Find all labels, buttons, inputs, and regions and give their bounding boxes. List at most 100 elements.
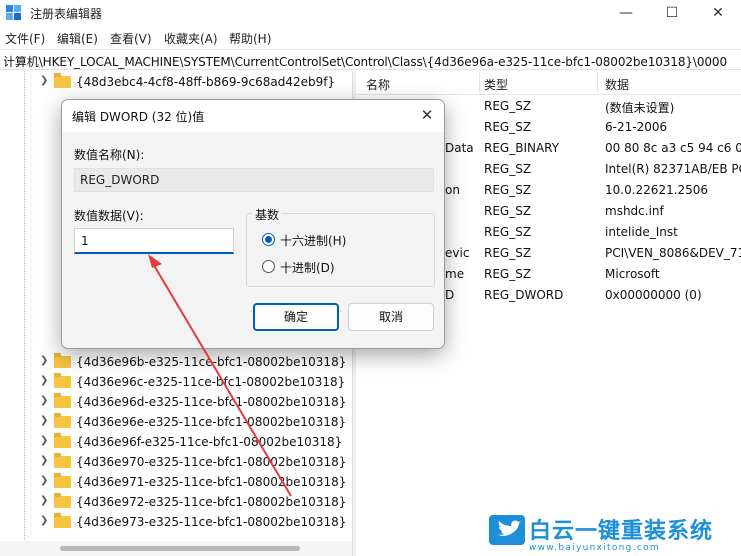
address-bar[interactable]: 计算机\HKEY_LOCAL_MACHINE\SYSTEM\CurrentCon…: [0, 49, 741, 70]
chevron-right-icon[interactable]: ❯: [40, 375, 50, 386]
value-type: REG_SZ: [484, 267, 532, 281]
ok-button[interactable]: 确定: [253, 303, 339, 331]
folder-icon: [54, 373, 71, 388]
title-bar: 注册表编辑器 — ☐ ✕: [0, 0, 741, 26]
dialog-close-icon[interactable]: ✕: [417, 105, 437, 125]
tree-item-label: {4d36e96f-e325-11ce-bfc1-08002be10318}: [76, 435, 343, 449]
tree-item[interactable]: ❯ {4d36e971-e325-11ce-bfc1-08002be10318}: [40, 472, 346, 492]
minimize-button[interactable]: —: [603, 0, 649, 26]
value-data: mshdc.inf: [605, 204, 664, 218]
column-header-type[interactable]: 类型: [484, 76, 508, 93]
menu-file[interactable]: 文件(F): [5, 30, 45, 47]
chevron-right-icon[interactable]: ❯: [40, 355, 50, 366]
column-header-data[interactable]: 数据: [605, 76, 629, 93]
tree-item[interactable]: ❯ {4d36e96e-e325-11ce-bfc1-08002be10318}: [40, 412, 346, 432]
radio-dec-label[interactable]: 十进制(D): [280, 259, 335, 276]
value-name-label: 数值名称(N):: [74, 148, 145, 162]
address-path[interactable]: 计算机\HKEY_LOCAL_MACHINE\SYSTEM\CurrentCon…: [3, 53, 727, 70]
tree-item[interactable]: ❯ {48d3ebc4-4cf8-48ff-b869-9c68ad42eb9f}: [40, 72, 340, 92]
value-data: Microsoft: [605, 267, 660, 281]
close-button[interactable]: ✕: [695, 0, 741, 26]
tree-item-label: {4d36e96d-e325-11ce-bfc1-08002be10318}: [76, 395, 347, 409]
menu-view[interactable]: 查看(V): [110, 30, 152, 47]
value-name: evic: [445, 246, 470, 260]
value-name: me: [445, 267, 465, 281]
watermark-title: 白云一键重装系统: [529, 519, 714, 544]
column-divider[interactable]: [479, 73, 480, 93]
value-type: REG_BINARY: [484, 141, 560, 155]
scrollbar-thumb[interactable]: [60, 546, 300, 551]
folder-icon: [54, 493, 71, 508]
value-type: REG_SZ: [484, 225, 532, 239]
radio-hex[interactable]: 十六进制(H): [262, 231, 412, 249]
folder-icon: [54, 473, 71, 488]
chevron-right-icon[interactable]: ❯: [40, 395, 50, 406]
dialog-title-bar[interactable]: 编辑 DWORD (32 位)值 ✕: [62, 100, 444, 132]
menu-bar: 文件(F) 编辑(E) 查看(V) 收藏夹(A) 帮助(H): [0, 28, 741, 48]
value-name: Data: [445, 141, 474, 155]
menu-edit[interactable]: 编辑(E): [57, 30, 98, 47]
menu-help[interactable]: 帮助(H): [229, 30, 271, 47]
value-data: PCI\VEN_8086&DEV_71: [605, 246, 741, 260]
tree-item[interactable]: ❯ {4d36e96f-e325-11ce-bfc1-08002be10318}: [40, 432, 343, 452]
tree-item[interactable]: ❯ {4d36e973-e325-11ce-bfc1-08002be10318}: [40, 512, 346, 532]
tree-item[interactable]: ❯ {4d36e972-e325-11ce-bfc1-08002be10318}: [40, 492, 346, 512]
chevron-right-icon[interactable]: ❯: [40, 435, 50, 446]
chevron-right-icon[interactable]: ❯: [40, 75, 50, 86]
value-data: 00 80 8c a3 c5 94 c6 01: [605, 141, 741, 155]
value-type: REG_SZ: [484, 246, 532, 260]
value-data: Intel(R) 82371AB/EB PC: [605, 162, 741, 176]
value-data: 0x00000000 (0): [605, 288, 702, 302]
tree-item-label: {4d36e96c-e325-11ce-bfc1-08002be10318}: [76, 375, 346, 389]
tree-item-label: {4d36e972-e325-11ce-bfc1-08002be10318}: [76, 495, 347, 509]
chevron-right-icon[interactable]: ❯: [40, 455, 50, 466]
value-type: REG_SZ: [484, 204, 532, 218]
window-title: 注册表编辑器: [30, 7, 103, 21]
chevron-right-icon[interactable]: ❯: [40, 475, 50, 486]
value-data-input[interactable]: [74, 228, 234, 254]
value-data: (数值未设置): [605, 101, 675, 115]
tree-item-label: {4d36e973-e325-11ce-bfc1-08002be10318}: [76, 515, 347, 529]
value-type: REG_SZ: [484, 162, 532, 176]
value-type: REG_SZ: [484, 120, 532, 134]
tree-item[interactable]: ❯ {4d36e96c-e325-11ce-bfc1-08002be10318}: [40, 372, 345, 392]
radio-dec[interactable]: 十进制(D): [262, 258, 412, 276]
tree-item[interactable]: ❯ {4d36e96b-e325-11ce-bfc1-08002be10318}: [40, 352, 346, 372]
tree-guide-line: [24, 71, 25, 556]
radio-hex-indicator[interactable]: [262, 233, 275, 246]
base-group-label: 基数: [252, 206, 283, 223]
column-header-name[interactable]: 名称: [366, 76, 390, 93]
radio-dec-indicator[interactable]: [262, 260, 275, 273]
tree-item-label: {4d36e971-e325-11ce-bfc1-08002be10318}: [76, 475, 347, 489]
value-name-field: REG_DWORD: [74, 168, 434, 192]
bird-logo-icon: [489, 515, 525, 545]
column-divider[interactable]: [597, 73, 598, 93]
value-data-label: 数值数据(V):: [74, 209, 144, 223]
cancel-button[interactable]: 取消: [348, 303, 434, 331]
maximize-button[interactable]: ☐: [649, 0, 695, 26]
value-data: intelide_Inst: [605, 225, 678, 239]
regedit-app-icon: [6, 5, 21, 20]
chevron-right-icon[interactable]: ❯: [40, 515, 50, 526]
folder-icon: [54, 513, 71, 528]
folder-icon: [54, 433, 71, 448]
menu-favorites[interactable]: 收藏夹(A): [164, 30, 218, 47]
value-data: 6-21-2006: [605, 120, 668, 134]
value-type: REG_SZ: [484, 183, 532, 197]
value-type: REG_DWORD: [484, 288, 564, 302]
chevron-right-icon[interactable]: ❯: [40, 495, 50, 506]
folder-icon: [54, 393, 71, 408]
list-header: 名称 类型 数据: [357, 71, 741, 95]
value-type: REG_SZ: [484, 99, 532, 113]
chevron-right-icon[interactable]: ❯: [40, 415, 50, 426]
value-name: on: [445, 183, 460, 197]
tree-item[interactable]: ❯ {4d36e970-e325-11ce-bfc1-08002be10318}: [40, 452, 346, 472]
tree-item-label: {4d36e96e-e325-11ce-bfc1-08002be10318}: [76, 415, 347, 429]
radio-hex-label[interactable]: 十六进制(H): [280, 232, 346, 249]
tree-item-label: {4d36e970-e325-11ce-bfc1-08002be10318}: [76, 455, 347, 469]
folder-icon: [54, 73, 71, 88]
value-data: 10.0.22621.2506: [605, 183, 709, 197]
folder-icon: [54, 353, 71, 368]
value-name: D: [445, 288, 455, 302]
tree-item[interactable]: ❯ {4d36e96d-e325-11ce-bfc1-08002be10318}: [40, 392, 346, 412]
